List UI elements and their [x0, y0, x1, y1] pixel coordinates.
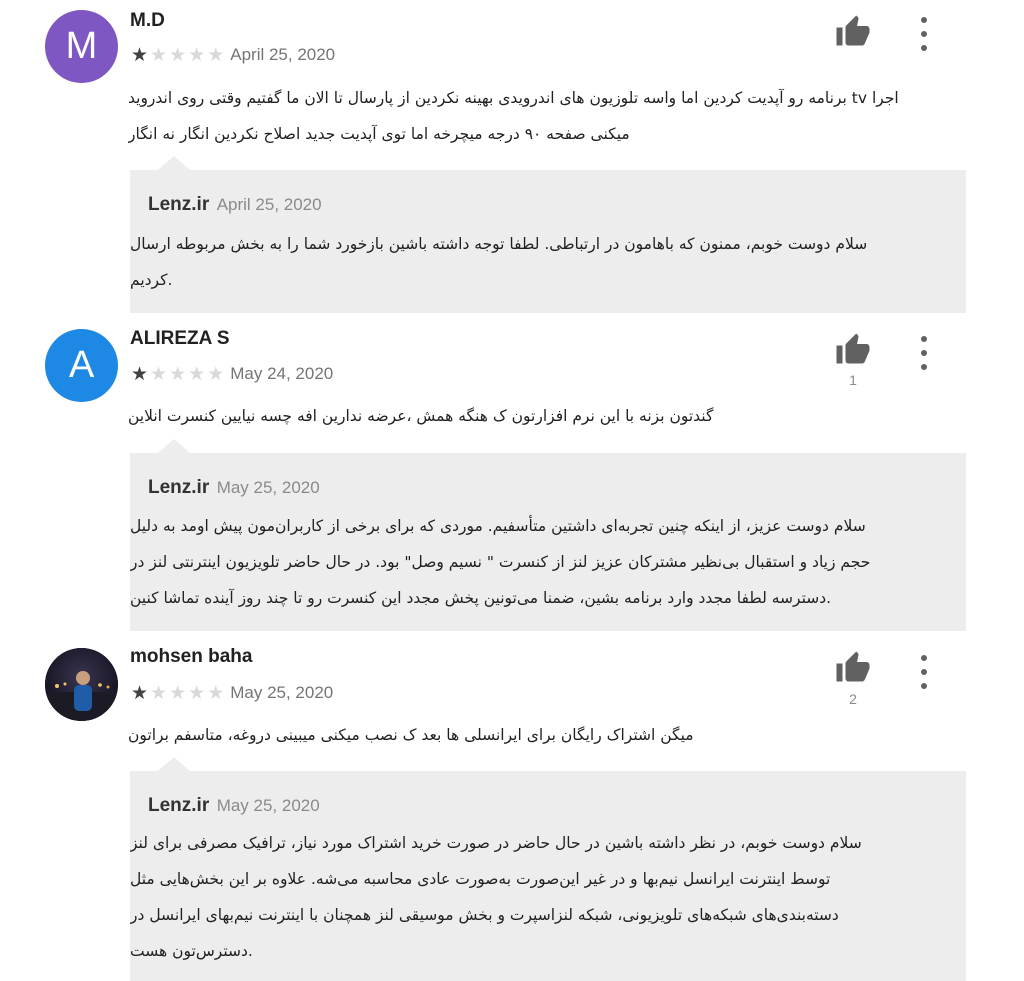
text-line: دسته‌بندی‌های شبکه‌های تلویزیونی، شبکه ل…: [130, 906, 839, 924]
star-empty-icon: ★: [169, 681, 187, 704]
developer-name: Lenz.ir: [148, 477, 210, 498]
avatar-letter: M: [65, 25, 98, 67]
text-line: .دسترسه لطفا مجدد وارد برنامه بشین، ضمنا…: [130, 589, 832, 607]
reply-header: Lenz.ir April 25, 2020: [148, 194, 322, 216]
review-text: گندتون بزنه با این نرم افزارتون ک هنگه ه…: [128, 398, 948, 434]
text-line: اجرا tv برنامه رو آپدیت کردین اما واسه ت…: [128, 89, 899, 107]
developer-name: Lenz.ir: [148, 194, 210, 215]
review-text: میگن اشتراک رایگان برای ایرانسلی ها بعد …: [128, 717, 948, 753]
star-filled-icon: ★: [131, 43, 149, 66]
avatar: M: [45, 10, 118, 83]
reply-date: May 25, 2020: [216, 796, 320, 815]
text-line: .دسترس‌تون هست: [130, 942, 253, 960]
reply-text: سلام دوست خوبم، ممنون که باهامون در ارتب…: [130, 226, 936, 298]
star-empty-icon: ★: [169, 362, 187, 385]
developer-reply: Lenz.ir May 25, 2020 سلام دوست عزیز، از …: [130, 439, 966, 631]
star-empty-icon: ★: [188, 681, 206, 704]
rating: ★ ★ ★ ★ ★ April 25, 2020: [131, 45, 335, 65]
star-empty-icon: ★: [169, 43, 187, 66]
helpful-count: 2: [849, 691, 857, 707]
thumbs-up-icon[interactable]: [835, 332, 871, 368]
text-line: گندتون بزنه با این نرم افزارتون ک هنگه ه…: [128, 407, 714, 425]
thumbs-up-icon[interactable]: [835, 14, 871, 50]
more-options-icon[interactable]: [912, 336, 936, 370]
review-date: April 25, 2020: [230, 45, 336, 64]
star-empty-icon: ★: [150, 362, 168, 385]
review-date: May 24, 2020: [230, 364, 334, 383]
text-line: میکنی صفحه ۹۰ درجه میچرخه اما توی آپدیت …: [128, 125, 630, 143]
star-filled-icon: ★: [131, 362, 149, 385]
star-rating: ★ ★ ★ ★ ★: [131, 681, 226, 704]
star-empty-icon: ★: [207, 362, 225, 385]
more-options-icon[interactable]: [912, 655, 936, 689]
review-author: mohsen baha: [130, 646, 253, 667]
star-empty-icon: ★: [188, 362, 206, 385]
star-filled-icon: ★: [131, 681, 149, 704]
star-rating: ★ ★ ★ ★ ★: [131, 362, 226, 385]
developer-reply: Lenz.ir April 25, 2020 سلام دوست خوبم، م…: [130, 156, 966, 313]
text-line: سلام دوست خوبم، در نظر داشته باشین در حا…: [130, 834, 862, 852]
star-empty-icon: ★: [150, 681, 168, 704]
star-empty-icon: ★: [207, 43, 225, 66]
review-text: اجرا tv برنامه رو آپدیت کردین اما واسه ت…: [128, 80, 948, 152]
avatar: A: [45, 329, 118, 402]
review-author: M.D: [130, 10, 165, 31]
star-empty-icon: ★: [188, 43, 206, 66]
reply-text: سلام دوست عزیز، از اینکه چنین تجربه‌ای د…: [130, 508, 936, 616]
rating: ★ ★ ★ ★ ★ May 25, 2020: [131, 683, 333, 703]
reply-notch: [158, 757, 190, 771]
text-line: توسط اینترنت ایرانسل نیم‌بها و در غیر ای…: [130, 870, 831, 888]
review-date: May 25, 2020: [230, 683, 334, 702]
text-line: سلام دوست خوبم، ممنون که باهامون در ارتب…: [130, 235, 868, 253]
profile-photo-icon: [45, 648, 118, 721]
avatar-photo: [45, 648, 118, 721]
thumbs-up-icon[interactable]: [835, 650, 871, 686]
text-line: حجم زیاد و استقبال بی‌نظیر مشترکان عزیز …: [130, 553, 871, 571]
rating: ★ ★ ★ ★ ★ May 24, 2020: [131, 364, 333, 384]
review-author: ALIREZA S: [130, 328, 230, 349]
reply-date: May 25, 2020: [216, 478, 320, 497]
avatar-letter: A: [68, 344, 95, 386]
star-empty-icon: ★: [207, 681, 225, 704]
developer-reply: Lenz.ir May 25, 2020 سلام دوست خوبم، در …: [130, 757, 966, 981]
developer-name: Lenz.ir: [148, 795, 210, 816]
reply-notch: [158, 156, 190, 170]
star-empty-icon: ★: [150, 43, 168, 66]
helpful-count: 1: [849, 372, 857, 388]
more-options-icon[interactable]: [912, 17, 936, 51]
text-line: سلام دوست عزیز، از اینکه چنین تجربه‌ای د…: [130, 517, 866, 535]
text-line: .کردیم: [130, 271, 173, 289]
reply-text: سلام دوست خوبم، در نظر داشته باشین در حا…: [130, 825, 936, 969]
reply-notch: [158, 439, 190, 453]
star-rating: ★ ★ ★ ★ ★: [131, 43, 226, 66]
reply-header: Lenz.ir May 25, 2020: [148, 477, 320, 499]
reply-header: Lenz.ir May 25, 2020: [148, 795, 320, 817]
text-line: میگن اشتراک رایگان برای ایرانسلی ها بعد …: [128, 726, 694, 744]
reply-date: April 25, 2020: [216, 195, 322, 214]
